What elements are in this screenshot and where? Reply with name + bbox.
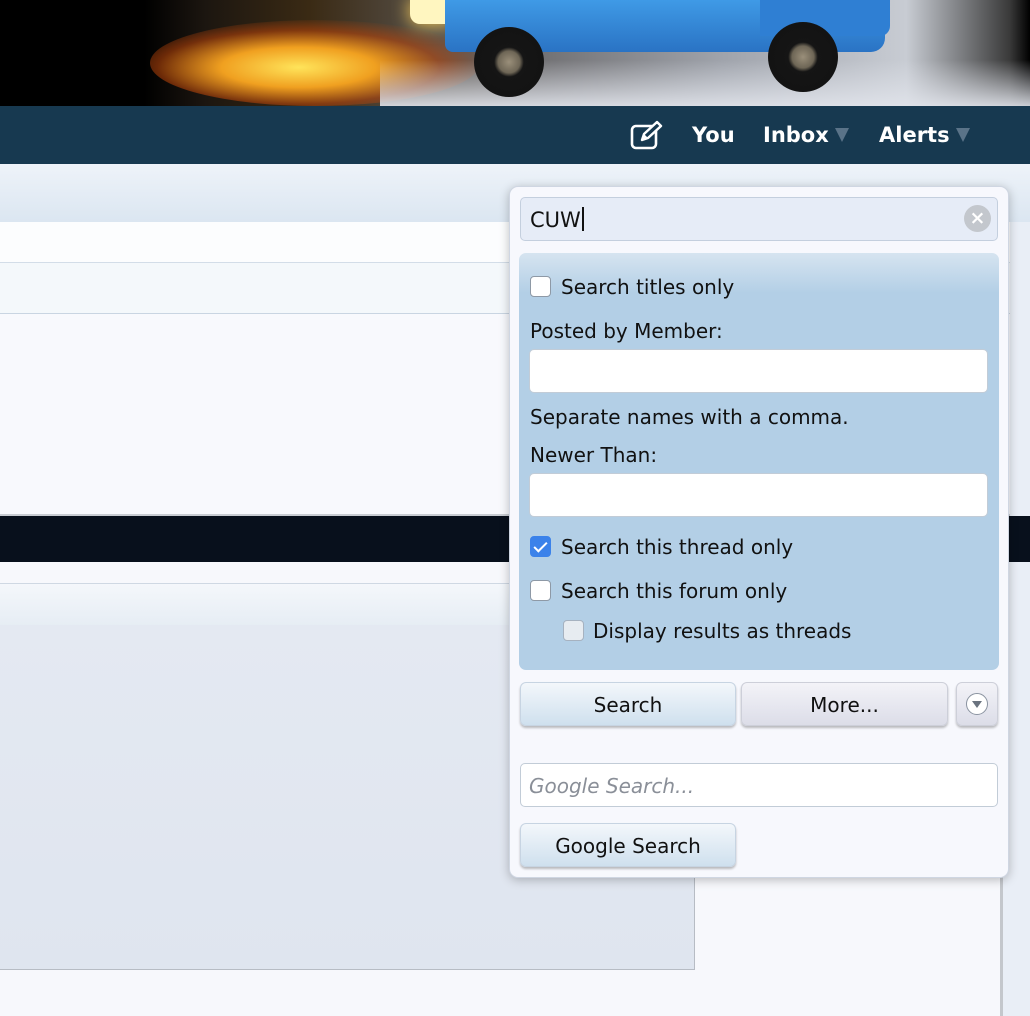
titles-only-label[interactable]: Search titles only bbox=[561, 274, 734, 300]
nav-you-link[interactable]: You bbox=[692, 121, 735, 149]
posted-by-hint: Separate names with a comma. bbox=[530, 405, 849, 429]
expand-options-button[interactable] bbox=[956, 682, 998, 726]
google-search-button[interactable]: Google Search bbox=[520, 823, 736, 867]
google-search-placeholder: Google Search... bbox=[529, 774, 695, 798]
nav-inbox-link[interactable]: Inbox bbox=[763, 121, 829, 149]
header-banner-image bbox=[0, 0, 1030, 106]
alerts-dropdown-icon[interactable] bbox=[956, 128, 970, 142]
search-dropdown: CUW × Search titles only Posted by Membe… bbox=[509, 186, 1009, 878]
search-options-panel: Search titles only Posted by Member: Sep… bbox=[519, 253, 999, 670]
search-input[interactable]: CUW × bbox=[520, 197, 998, 241]
inbox-dropdown-icon[interactable] bbox=[835, 128, 849, 142]
text-caret bbox=[581, 207, 584, 231]
newer-than-label: Newer Than: bbox=[530, 443, 658, 467]
navbar: You Inbox Alerts bbox=[0, 106, 1030, 164]
display-threads-checkbox[interactable] bbox=[563, 620, 584, 641]
nav-alerts-link[interactable]: Alerts bbox=[879, 121, 950, 149]
thread-only-label[interactable]: Search this thread only bbox=[561, 534, 793, 560]
forum-only-label[interactable]: Search this forum only bbox=[561, 578, 787, 604]
posted-by-label: Posted by Member: bbox=[530, 319, 723, 343]
search-button[interactable]: Search bbox=[520, 682, 736, 726]
more-button[interactable]: More... bbox=[741, 682, 948, 726]
search-query-text: CUW bbox=[530, 208, 581, 232]
newer-than-field[interactable] bbox=[529, 473, 988, 517]
thread-only-checkbox[interactable] bbox=[530, 536, 551, 557]
forum-only-checkbox[interactable] bbox=[530, 580, 551, 601]
titles-only-checkbox[interactable] bbox=[530, 276, 551, 297]
posted-by-member-field[interactable] bbox=[529, 349, 988, 393]
compose-icon[interactable] bbox=[630, 120, 664, 152]
chevron-down-icon bbox=[966, 693, 988, 715]
google-search-input[interactable]: Google Search... bbox=[520, 763, 998, 807]
display-threads-label[interactable]: Display results as threads bbox=[593, 618, 851, 644]
clear-icon[interactable]: × bbox=[964, 205, 991, 232]
